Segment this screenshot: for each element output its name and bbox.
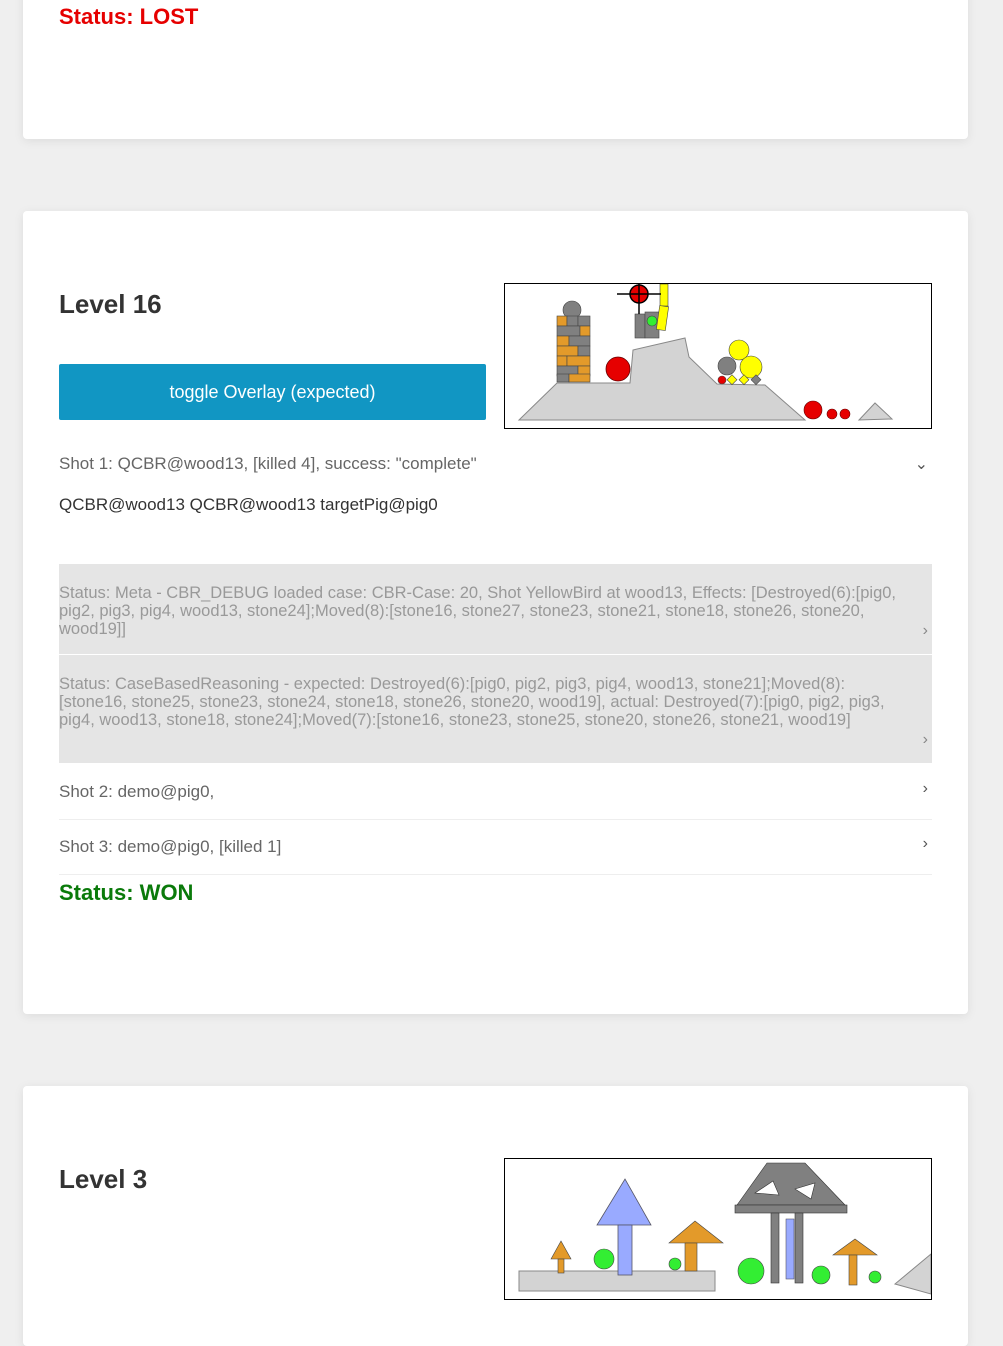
- shot-2-label: Shot 2: demo@pig0,: [59, 782, 215, 801]
- shot-1-header[interactable]: Shot 1: QCBR@wood13, [killed 4], success…: [59, 454, 932, 478]
- status-message-meta[interactable]: Status: Meta - CBR_DEBUG loaded case: CB…: [59, 564, 932, 654]
- level-title: Level 16: [59, 289, 162, 319]
- chevron-right-icon[interactable]: ›: [923, 622, 928, 640]
- level-card-3: Level 3: [23, 1086, 968, 1346]
- level-status-lost: Status: LOST: [59, 4, 199, 29]
- chevron-right-icon[interactable]: ›: [923, 780, 928, 798]
- level-card-16: Level 16 toggle Overlay (expected) Shot …: [23, 211, 968, 1014]
- chevron-down-icon[interactable]: ⌄: [915, 454, 928, 474]
- shot-2-header[interactable]: Shot 2: demo@pig0, ›: [59, 764, 932, 820]
- toggle-overlay-button[interactable]: toggle Overlay (expected): [59, 364, 486, 420]
- shot-1-label: Shot 1: QCBR@wood13, [killed 4], success…: [59, 454, 477, 473]
- status-message-cbr[interactable]: Status: CaseBasedReasoning - expected: D…: [59, 655, 932, 763]
- level-status-won: Status: WON: [59, 880, 194, 905]
- chevron-right-icon[interactable]: ›: [923, 835, 928, 853]
- level-title: Level 3: [59, 1164, 148, 1194]
- shot-3-label: Shot 3: demo@pig0, [killed 1]: [59, 837, 282, 856]
- level-screenshot[interactable]: [504, 283, 932, 429]
- status-message-text: Status: Meta - CBR_DEBUG loaded case: CB…: [59, 584, 897, 638]
- shot-3-header[interactable]: Shot 3: demo@pig0, [killed 1] ›: [59, 819, 932, 875]
- status-message-text: Status: CaseBasedReasoning - expected: D…: [59, 675, 885, 729]
- level-screenshot[interactable]: [504, 1158, 932, 1300]
- level-card-previous: Status: LOST: [23, 0, 968, 139]
- shot-1-targets: QCBR@wood13 QCBR@wood13 targetPig@pig0: [59, 495, 438, 514]
- chevron-right-icon[interactable]: ›: [923, 731, 928, 749]
